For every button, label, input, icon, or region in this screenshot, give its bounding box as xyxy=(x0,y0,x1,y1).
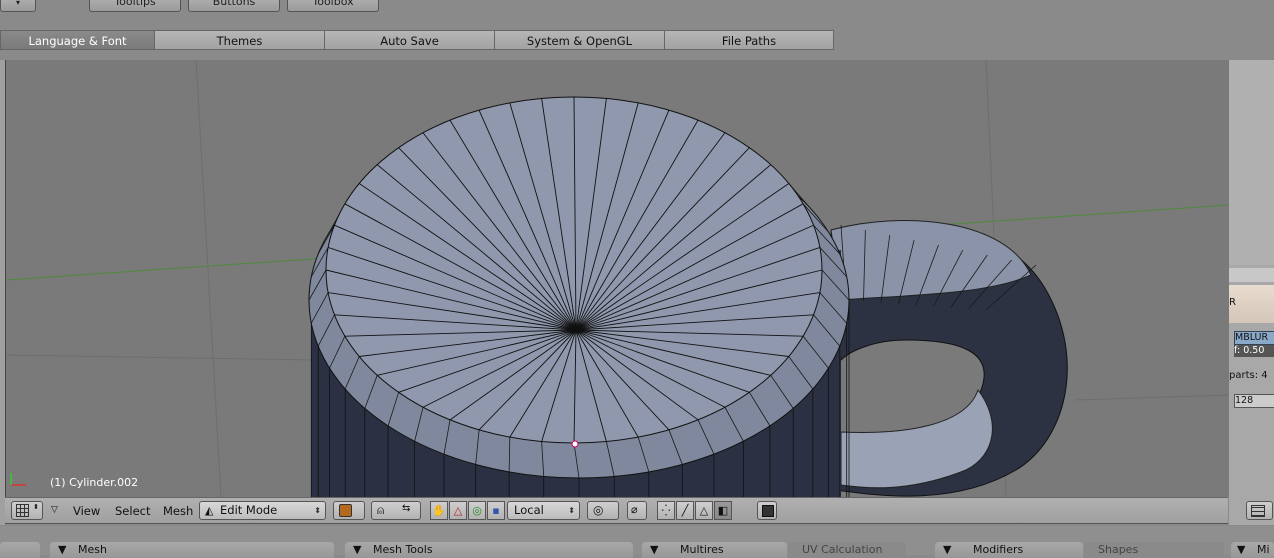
occlude-geometry-icon[interactable]: ◧ xyxy=(714,501,732,520)
panel-stub-right[interactable]: ▼ Mi xyxy=(1231,542,1274,558)
panel-type-button[interactable] xyxy=(1246,501,1273,520)
panel-collapse-icon: ▼ xyxy=(353,543,362,556)
scale-icon[interactable]: ▪ xyxy=(487,501,505,520)
tooltips-button[interactable]: Tooltips xyxy=(89,0,181,12)
render-image-icon xyxy=(762,505,774,517)
pivot-icon: ⍝ xyxy=(377,503,385,517)
list-icon xyxy=(1251,505,1265,517)
grid-icon xyxy=(16,504,29,517)
orientation-select[interactable]: Local ⬍ xyxy=(507,501,580,520)
panel-mesh-tools[interactable]: ▼ Mesh Tools xyxy=(345,542,633,558)
vertex-select-icon[interactable]: ⁛ xyxy=(657,501,675,520)
panel-uv-calculation[interactable]: UV Calculation xyxy=(788,542,906,558)
tab-themes[interactable]: Themes xyxy=(155,30,325,50)
draw-type-button[interactable] xyxy=(333,501,365,520)
manipulator-icon: ⇆ xyxy=(402,503,411,514)
render-panel-header: R xyxy=(1229,285,1274,323)
x-axis-line xyxy=(6,257,327,281)
menu-mesh[interactable]: Mesh xyxy=(163,504,193,518)
proportional-icon: ⌀ xyxy=(631,503,638,516)
tab-system-opengl[interactable]: System & OpenGL xyxy=(495,30,665,50)
mode-label: Edit Mode xyxy=(220,503,278,517)
mug-handle xyxy=(830,219,1068,497)
panel-modifiers[interactable]: ▼ Modifiers xyxy=(935,542,1083,558)
panel-multires[interactable]: ▼ Multires xyxy=(642,542,787,558)
panel-collapse-icon: ▼ xyxy=(650,543,659,556)
panel-collapse-icon: ▼ xyxy=(58,543,67,556)
translate-icon[interactable]: △ xyxy=(449,501,467,520)
solid-shading-icon xyxy=(339,504,352,517)
panel-mesh-label: Mesh xyxy=(78,543,107,556)
tab-file-paths[interactable]: File Paths xyxy=(665,30,834,50)
layer-button[interactable]: ◎ xyxy=(587,501,619,520)
collapse-triangle-icon[interactable]: ▽ xyxy=(51,505,58,515)
parts-field[interactable]: parts: 4 xyxy=(1229,370,1268,381)
proportional-edit-button[interactable]: ⌀ xyxy=(627,501,647,520)
tab-auto-save[interactable]: Auto Save xyxy=(325,30,495,50)
render-button[interactable] xyxy=(757,501,777,520)
tab-language-font[interactable]: Language & Font xyxy=(0,30,155,50)
circle-target-icon: ◎ xyxy=(593,503,604,517)
panel-multires-label: Multires xyxy=(680,543,724,556)
buttons-button[interactable]: Buttons xyxy=(188,0,280,12)
dropdown-stub[interactable]: ▾ xyxy=(0,0,36,12)
3d-view-header: ⬍ ▽ View Select Mesh ◭ Edit Mode ⬍ ⍝ ⇆ ✋… xyxy=(5,497,1228,524)
panel-mesh[interactable]: ▼ Mesh xyxy=(50,542,334,558)
hand-icon[interactable]: ✋ xyxy=(430,501,448,520)
chevron-down-icon: ▾ xyxy=(15,0,20,7)
object-name-label: (1) Cylinder.002 xyxy=(50,476,139,489)
preferences-tabs: Language & Font Themes Auto Save System … xyxy=(0,30,834,50)
blur-factor-field[interactable]: f: 0.50 xyxy=(1234,345,1274,357)
face-select-icon[interactable]: △ xyxy=(695,501,713,520)
menu-view[interactable]: View xyxy=(73,504,100,518)
mode-select[interactable]: ◭ Edit Mode ⬍ xyxy=(199,501,326,520)
panel-collapse-icon: ▼ xyxy=(943,543,952,556)
panel-mesh-tools-label: Mesh Tools xyxy=(373,543,433,556)
pivot-button[interactable]: ⍝ ⇆ xyxy=(371,501,421,520)
rotate-icon[interactable]: ◎ xyxy=(468,501,486,520)
mblur-toggle[interactable]: MBLUR xyxy=(1234,331,1274,345)
mesh-render xyxy=(6,60,1229,497)
edge-select-icon[interactable]: ╱ xyxy=(676,501,694,520)
panel-shapes[interactable]: Shapes xyxy=(1084,542,1224,558)
right-panel: R MBLUR f: 0.50 parts: 4 128 xyxy=(1229,60,1274,525)
3d-viewport[interactable]: (1) Cylinder.002 xyxy=(5,60,1230,497)
updown-arrows-icon: ⬍ xyxy=(568,506,575,515)
3d-cursor xyxy=(571,440,579,448)
updown-arrows-icon: ⬍ xyxy=(314,506,321,515)
panel-collapse-icon: ▼ xyxy=(1237,543,1246,556)
panel-stub-left xyxy=(0,542,40,558)
menu-select[interactable]: Select xyxy=(115,504,150,518)
axis-widget xyxy=(10,473,26,486)
r-label: R xyxy=(1229,297,1236,308)
orientation-label: Local xyxy=(514,503,544,517)
toolbox-button[interactable]: Toolbox xyxy=(287,0,379,12)
value-field[interactable]: 128 xyxy=(1234,394,1274,408)
panel-stub-right-label: Mi xyxy=(1257,543,1270,556)
panel-modifiers-label: Modifiers xyxy=(973,543,1024,556)
chevron-icon: ⬍ xyxy=(33,503,39,511)
edit-mode-icon: ◭ xyxy=(205,504,214,517)
buttons-window: ▼ Mesh ▼ Mesh Tools ▼ Multires UV Calculati… xyxy=(0,526,1274,558)
editor-type-button[interactable]: ⬍ xyxy=(11,501,43,520)
